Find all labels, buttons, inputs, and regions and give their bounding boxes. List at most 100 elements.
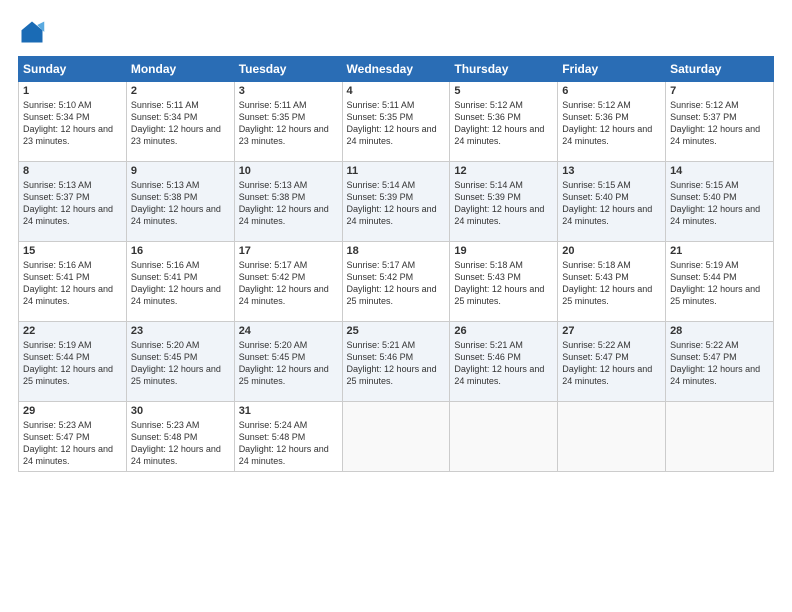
calendar-cell — [666, 402, 774, 472]
day-number: 13 — [562, 165, 661, 177]
calendar-cell: 1 Sunrise: 5:10 AM Sunset: 5:34 PM Dayli… — [19, 82, 127, 162]
calendar-cell: 21 Sunrise: 5:19 AM Sunset: 5:44 PM Dayl… — [666, 242, 774, 322]
calendar-cell: 13 Sunrise: 5:15 AM Sunset: 5:40 PM Dayl… — [558, 162, 666, 242]
calendar-table: SundayMondayTuesdayWednesdayThursdayFrid… — [18, 56, 774, 472]
day-number: 24 — [239, 325, 338, 337]
day-number: 30 — [131, 405, 230, 417]
day-number: 19 — [454, 245, 553, 257]
day-number: 21 — [670, 245, 769, 257]
day-number: 25 — [347, 325, 446, 337]
calendar-cell: 15 Sunrise: 5:16 AM Sunset: 5:41 PM Dayl… — [19, 242, 127, 322]
calendar-week-3: 15 Sunrise: 5:16 AM Sunset: 5:41 PM Dayl… — [19, 242, 774, 322]
calendar-cell: 30 Sunrise: 5:23 AM Sunset: 5:48 PM Dayl… — [126, 402, 234, 472]
day-info: Sunrise: 5:11 AM Sunset: 5:35 PM Dayligh… — [347, 99, 446, 148]
weekday-header-sunday: Sunday — [19, 57, 127, 82]
day-info: Sunrise: 5:11 AM Sunset: 5:35 PM Dayligh… — [239, 99, 338, 148]
day-number: 3 — [239, 85, 338, 97]
day-info: Sunrise: 5:18 AM Sunset: 5:43 PM Dayligh… — [454, 259, 553, 308]
calendar-cell: 4 Sunrise: 5:11 AM Sunset: 5:35 PM Dayli… — [342, 82, 450, 162]
calendar-cell: 18 Sunrise: 5:17 AM Sunset: 5:42 PM Dayl… — [342, 242, 450, 322]
calendar-body: 1 Sunrise: 5:10 AM Sunset: 5:34 PM Dayli… — [19, 82, 774, 472]
calendar-week-2: 8 Sunrise: 5:13 AM Sunset: 5:37 PM Dayli… — [19, 162, 774, 242]
day-number: 23 — [131, 325, 230, 337]
day-info: Sunrise: 5:16 AM Sunset: 5:41 PM Dayligh… — [131, 259, 230, 308]
day-info: Sunrise: 5:13 AM Sunset: 5:38 PM Dayligh… — [131, 179, 230, 228]
day-number: 4 — [347, 85, 446, 97]
day-number: 15 — [23, 245, 122, 257]
weekday-header-monday: Monday — [126, 57, 234, 82]
day-number: 18 — [347, 245, 446, 257]
calendar-cell: 25 Sunrise: 5:21 AM Sunset: 5:46 PM Dayl… — [342, 322, 450, 402]
calendar-cell: 6 Sunrise: 5:12 AM Sunset: 5:36 PM Dayli… — [558, 82, 666, 162]
day-number: 22 — [23, 325, 122, 337]
day-info: Sunrise: 5:14 AM Sunset: 5:39 PM Dayligh… — [347, 179, 446, 228]
day-info: Sunrise: 5:12 AM Sunset: 5:37 PM Dayligh… — [670, 99, 769, 148]
logo-icon — [18, 18, 46, 46]
calendar-cell: 19 Sunrise: 5:18 AM Sunset: 5:43 PM Dayl… — [450, 242, 558, 322]
weekday-header-wednesday: Wednesday — [342, 57, 450, 82]
calendar-cell — [558, 402, 666, 472]
weekday-header-row: SundayMondayTuesdayWednesdayThursdayFrid… — [19, 57, 774, 82]
calendar-cell: 27 Sunrise: 5:22 AM Sunset: 5:47 PM Dayl… — [558, 322, 666, 402]
day-number: 12 — [454, 165, 553, 177]
calendar-cell: 26 Sunrise: 5:21 AM Sunset: 5:46 PM Dayl… — [450, 322, 558, 402]
day-info: Sunrise: 5:22 AM Sunset: 5:47 PM Dayligh… — [562, 339, 661, 388]
day-info: Sunrise: 5:15 AM Sunset: 5:40 PM Dayligh… — [562, 179, 661, 228]
day-number: 7 — [670, 85, 769, 97]
calendar-cell: 20 Sunrise: 5:18 AM Sunset: 5:43 PM Dayl… — [558, 242, 666, 322]
calendar-cell: 11 Sunrise: 5:14 AM Sunset: 5:39 PM Dayl… — [342, 162, 450, 242]
day-info: Sunrise: 5:12 AM Sunset: 5:36 PM Dayligh… — [454, 99, 553, 148]
weekday-header-friday: Friday — [558, 57, 666, 82]
day-number: 9 — [131, 165, 230, 177]
day-info: Sunrise: 5:19 AM Sunset: 5:44 PM Dayligh… — [670, 259, 769, 308]
day-number: 14 — [670, 165, 769, 177]
page: SundayMondayTuesdayWednesdayThursdayFrid… — [0, 0, 792, 612]
calendar-cell — [450, 402, 558, 472]
day-info: Sunrise: 5:14 AM Sunset: 5:39 PM Dayligh… — [454, 179, 553, 228]
day-info: Sunrise: 5:22 AM Sunset: 5:47 PM Dayligh… — [670, 339, 769, 388]
day-info: Sunrise: 5:13 AM Sunset: 5:37 PM Dayligh… — [23, 179, 122, 228]
calendar-cell: 28 Sunrise: 5:22 AM Sunset: 5:47 PM Dayl… — [666, 322, 774, 402]
calendar-cell: 10 Sunrise: 5:13 AM Sunset: 5:38 PM Dayl… — [234, 162, 342, 242]
day-number: 20 — [562, 245, 661, 257]
day-number: 6 — [562, 85, 661, 97]
calendar-cell: 31 Sunrise: 5:24 AM Sunset: 5:48 PM Dayl… — [234, 402, 342, 472]
day-info: Sunrise: 5:19 AM Sunset: 5:44 PM Dayligh… — [23, 339, 122, 388]
day-info: Sunrise: 5:23 AM Sunset: 5:48 PM Dayligh… — [131, 419, 230, 468]
day-info: Sunrise: 5:10 AM Sunset: 5:34 PM Dayligh… — [23, 99, 122, 148]
day-info: Sunrise: 5:20 AM Sunset: 5:45 PM Dayligh… — [131, 339, 230, 388]
calendar-cell: 5 Sunrise: 5:12 AM Sunset: 5:36 PM Dayli… — [450, 82, 558, 162]
day-number: 29 — [23, 405, 122, 417]
calendar-cell: 23 Sunrise: 5:20 AM Sunset: 5:45 PM Dayl… — [126, 322, 234, 402]
day-info: Sunrise: 5:15 AM Sunset: 5:40 PM Dayligh… — [670, 179, 769, 228]
day-number: 11 — [347, 165, 446, 177]
calendar-cell: 12 Sunrise: 5:14 AM Sunset: 5:39 PM Dayl… — [450, 162, 558, 242]
logo — [18, 18, 50, 46]
day-number: 10 — [239, 165, 338, 177]
day-info: Sunrise: 5:13 AM Sunset: 5:38 PM Dayligh… — [239, 179, 338, 228]
calendar-cell: 2 Sunrise: 5:11 AM Sunset: 5:34 PM Dayli… — [126, 82, 234, 162]
day-info: Sunrise: 5:24 AM Sunset: 5:48 PM Dayligh… — [239, 419, 338, 468]
day-info: Sunrise: 5:20 AM Sunset: 5:45 PM Dayligh… — [239, 339, 338, 388]
weekday-header-saturday: Saturday — [666, 57, 774, 82]
calendar-week-4: 22 Sunrise: 5:19 AM Sunset: 5:44 PM Dayl… — [19, 322, 774, 402]
day-number: 27 — [562, 325, 661, 337]
day-number: 16 — [131, 245, 230, 257]
day-number: 17 — [239, 245, 338, 257]
day-info: Sunrise: 5:11 AM Sunset: 5:34 PM Dayligh… — [131, 99, 230, 148]
day-info: Sunrise: 5:21 AM Sunset: 5:46 PM Dayligh… — [347, 339, 446, 388]
day-info: Sunrise: 5:17 AM Sunset: 5:42 PM Dayligh… — [239, 259, 338, 308]
day-number: 1 — [23, 85, 122, 97]
calendar-cell: 24 Sunrise: 5:20 AM Sunset: 5:45 PM Dayl… — [234, 322, 342, 402]
calendar-cell: 14 Sunrise: 5:15 AM Sunset: 5:40 PM Dayl… — [666, 162, 774, 242]
day-info: Sunrise: 5:18 AM Sunset: 5:43 PM Dayligh… — [562, 259, 661, 308]
day-info: Sunrise: 5:12 AM Sunset: 5:36 PM Dayligh… — [562, 99, 661, 148]
header — [18, 18, 774, 46]
calendar-cell: 9 Sunrise: 5:13 AM Sunset: 5:38 PM Dayli… — [126, 162, 234, 242]
weekday-header-thursday: Thursday — [450, 57, 558, 82]
calendar-cell: 3 Sunrise: 5:11 AM Sunset: 5:35 PM Dayli… — [234, 82, 342, 162]
calendar-cell: 22 Sunrise: 5:19 AM Sunset: 5:44 PM Dayl… — [19, 322, 127, 402]
day-number: 28 — [670, 325, 769, 337]
day-number: 31 — [239, 405, 338, 417]
day-info: Sunrise: 5:23 AM Sunset: 5:47 PM Dayligh… — [23, 419, 122, 468]
